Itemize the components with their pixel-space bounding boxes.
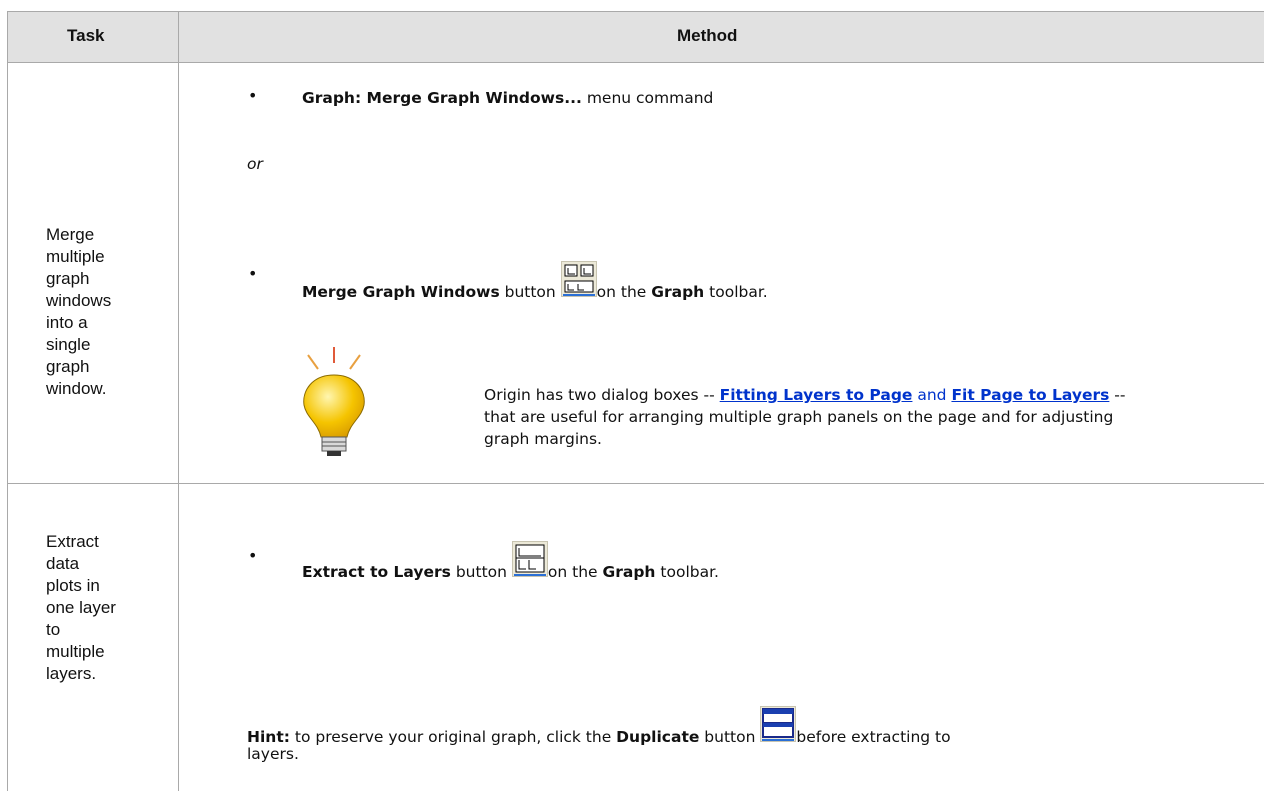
duplicate-icon[interactable]: [760, 706, 797, 746]
text: button: [699, 728, 761, 746]
table-header: [7, 11, 1264, 63]
extract-to-layers-icon[interactable]: [511, 541, 548, 581]
text: to preserve your original graph, click t…: [289, 728, 617, 746]
text: button: [499, 283, 561, 301]
tip-note: Origin has two dialog boxes -- Fitting L…: [484, 384, 1144, 450]
header-method: Method: [677, 26, 738, 45]
button-name: Extract to Layers: [302, 563, 451, 581]
button-name: Duplicate: [616, 728, 700, 746]
link-fit-page-to-layers[interactable]: Fit Page to Layers: [951, 386, 1109, 404]
table-column-divider: [178, 11, 179, 791]
text: button: [450, 563, 512, 581]
bullet-merge-menu: Graph: Merge Graph Windows... menu comma…: [302, 89, 713, 107]
toolbar-name: Graph: [602, 563, 656, 581]
text: on the: [547, 563, 603, 581]
or-text: or: [247, 155, 263, 173]
button-name: Merge Graph Windows: [302, 283, 500, 301]
table-border-left: [7, 11, 8, 791]
table-row-divider: [7, 483, 1264, 484]
text: toolbar.: [704, 283, 768, 301]
bullet-dot: •: [248, 546, 258, 565]
bullet-extract-button: Extract to Layers button on the Graph to…: [302, 541, 719, 581]
hint-line-2: layers.: [247, 745, 299, 763]
text: and: [912, 386, 952, 404]
bullet-merge-button: Merge Graph Windows button on the Graph …: [302, 261, 768, 301]
merge-graph-windows-icon[interactable]: [560, 261, 597, 301]
task-merge: Merge multiple graph windows into a sing…: [46, 225, 112, 398]
task-extract: Extract data plots in one layer to multi…: [46, 532, 116, 683]
menu-command-suffix: menu command: [581, 89, 714, 107]
toolbar-name: Graph: [651, 283, 705, 301]
lightbulb-icon: [286, 345, 386, 470]
bullet-dot: •: [248, 264, 258, 283]
hint-line: Hint: to preserve your original graph, c…: [247, 706, 951, 746]
header-task: Task: [67, 26, 105, 45]
text: toolbar.: [655, 563, 719, 581]
bullet-dot: •: [248, 86, 258, 105]
text: on the: [596, 283, 652, 301]
text: Origin has two dialog boxes --: [484, 386, 720, 404]
link-fitting-layers-to-page[interactable]: Fitting Layers to Page: [720, 386, 913, 404]
hint-label: Hint:: [247, 728, 290, 746]
menu-command-name: Graph: Merge Graph Windows...: [302, 89, 582, 107]
text: before extracting to: [796, 728, 951, 746]
help-page: Task Method Merge multiple graph windows…: [0, 0, 1264, 791]
